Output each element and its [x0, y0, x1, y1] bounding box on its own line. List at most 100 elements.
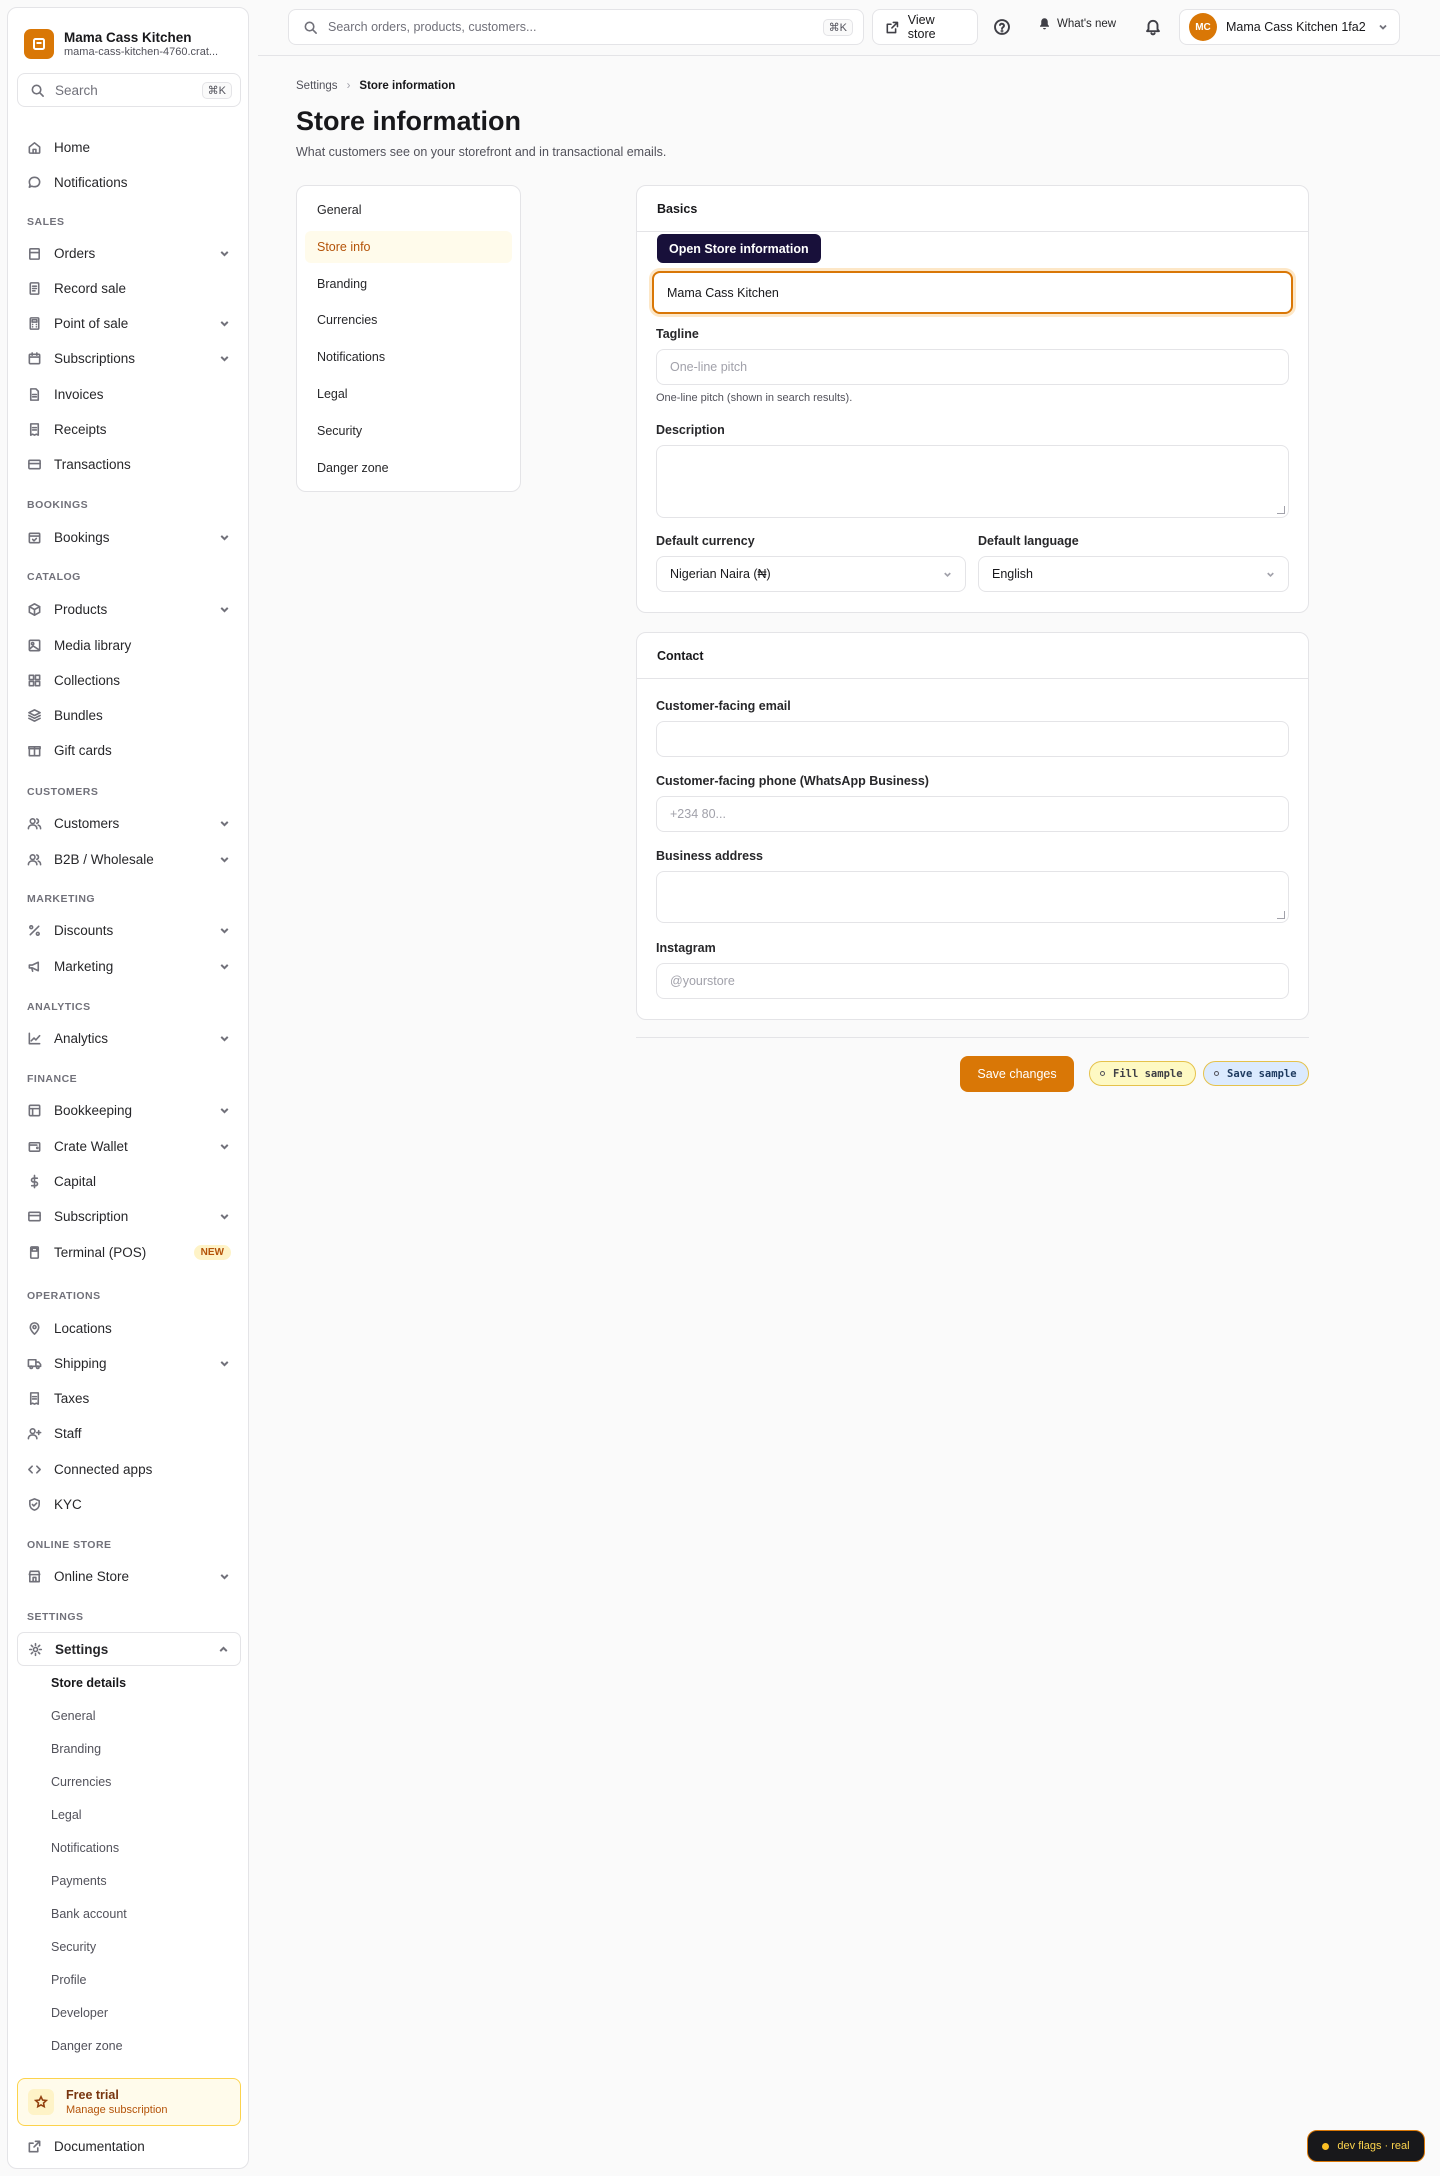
- megaphone-icon: [28, 960, 40, 972]
- sidebar-item-invoices[interactable]: Invoices: [17, 379, 241, 409]
- settings-sub-legal[interactable]: Legal: [51, 1808, 82, 1822]
- sidebar-item-staff[interactable]: Staff: [17, 1418, 241, 1448]
- tab-danger-zone[interactable]: Danger zone: [305, 452, 512, 484]
- settings-sub-general[interactable]: General: [51, 1709, 95, 1723]
- sidebar-item-marketing[interactable]: Marketing: [17, 951, 241, 981]
- sidebar-item-taxes[interactable]: Taxes: [17, 1383, 241, 1413]
- chevron-up-icon: [219, 1645, 228, 1652]
- tab-store-info[interactable]: Store info: [305, 231, 512, 263]
- sidebar-item-label: Staff: [54, 1425, 82, 1441]
- store-switcher[interactable]: Mama Cass Kitchen mama-cass-kitchen-4760…: [24, 24, 238, 64]
- address-textarea[interactable]: [656, 871, 1289, 923]
- section-online-store: ONLINE STORE: [27, 1539, 112, 1551]
- sidebar-item-label: Subscriptions: [54, 350, 136, 366]
- tab-currencies[interactable]: Currencies: [305, 304, 512, 336]
- sidebar-item-documentation[interactable]: Documentation: [17, 2131, 241, 2161]
- chevron-down-icon: [220, 1035, 229, 1042]
- sidebar-item-home[interactable]: Home: [17, 132, 241, 162]
- language-select[interactable]: English: [978, 556, 1289, 592]
- whats-new-button[interactable]: What's new: [1038, 17, 1116, 30]
- sidebar-item-bundles[interactable]: Bundles: [17, 700, 241, 730]
- sidebar-item-media-library[interactable]: Media library: [17, 630, 241, 660]
- global-search[interactable]: Search orders, products, customers... ⌘K: [288, 9, 864, 45]
- line-chart-icon: [28, 1032, 41, 1044]
- sidebar-item-terminal-pos[interactable]: Terminal (POS) NEW: [17, 1237, 241, 1267]
- terminal-device-icon: [29, 1245, 40, 1259]
- fill-sample-button[interactable]: Fill sample: [1089, 1061, 1196, 1086]
- description-label: Description: [656, 423, 725, 437]
- dev-flags-badge[interactable]: dev flags · real: [1307, 2130, 1425, 2162]
- tagline-input[interactable]: One-line pitch: [656, 349, 1289, 385]
- sidebar-item-gift-cards[interactable]: Gift cards: [17, 735, 241, 765]
- free-trial-card[interactable]: Free trial Manage subscription: [17, 2078, 241, 2126]
- sidebar-item-shipping[interactable]: Shipping: [17, 1348, 241, 1378]
- sidebar-item-orders[interactable]: Orders: [17, 238, 241, 268]
- sidebar-item-transactions[interactable]: Transactions: [17, 449, 241, 479]
- sidebar-item-subscriptions[interactable]: Subscriptions: [17, 343, 241, 373]
- sidebar-item-crate-wallet[interactable]: Crate Wallet: [17, 1131, 241, 1161]
- tab-legal[interactable]: Legal: [305, 378, 512, 410]
- sidebar-item-b2b-wholesale[interactable]: B2B / Wholesale: [17, 844, 241, 874]
- sidebar-item-bookkeeping[interactable]: Bookkeeping: [17, 1095, 241, 1125]
- sidebar-search[interactable]: Search ⌘K: [17, 73, 241, 107]
- tab-branding[interactable]: Branding: [305, 268, 512, 300]
- sidebar-item-discounts[interactable]: Discounts: [17, 915, 241, 945]
- sidebar-search-label: Search: [55, 82, 98, 98]
- settings-sub-branding[interactable]: Branding: [51, 1742, 101, 1756]
- chevron-down-icon: [220, 1143, 229, 1150]
- sidebar-item-capital[interactable]: Capital: [17, 1166, 241, 1196]
- settings-sub-currencies[interactable]: Currencies: [51, 1775, 111, 1789]
- settings-sub-payments[interactable]: Payments: [51, 1874, 107, 1888]
- notifications-bell-icon[interactable]: [1142, 16, 1164, 38]
- sidebar-item-notifications[interactable]: Notifications: [17, 167, 241, 197]
- sidebar-item-label: Transactions: [54, 456, 131, 472]
- tab-notifications[interactable]: Notifications: [305, 341, 512, 373]
- sidebar-item-label: KYC: [54, 1496, 82, 1512]
- settings-sub-bank-account[interactable]: Bank account: [51, 1907, 127, 1921]
- settings-sub-profile[interactable]: Profile: [51, 1973, 86, 1987]
- sidebar-item-analytics[interactable]: Analytics: [17, 1023, 241, 1053]
- help-icon[interactable]: [991, 16, 1013, 38]
- email-input[interactable]: [656, 721, 1289, 757]
- sidebar-item-collections[interactable]: Collections: [17, 665, 241, 695]
- sidebar-item-locations[interactable]: Locations: [17, 1313, 241, 1343]
- sidebar-item-products[interactable]: Products: [17, 594, 241, 624]
- manage-subscription-link[interactable]: Manage subscription: [66, 2104, 168, 2116]
- instagram-input[interactable]: @yourstore: [656, 963, 1289, 999]
- description-textarea[interactable]: [656, 445, 1289, 518]
- account-menu[interactable]: MC Mama Cass Kitchen 1fa2: [1179, 9, 1400, 45]
- calendar-check-icon: [28, 531, 41, 543]
- sidebar-item-label: Customers: [54, 815, 120, 831]
- phone-input[interactable]: +234 80...: [656, 796, 1289, 832]
- view-store-button[interactable]: View store: [872, 9, 978, 45]
- sidebar-item-record-sale[interactable]: Record sale: [17, 273, 241, 303]
- tab-general[interactable]: General: [305, 194, 512, 226]
- currency-select[interactable]: Nigerian Naira (₦): [656, 556, 966, 592]
- sidebar-item-label: Marketing: [54, 958, 114, 974]
- settings-sub-notifications[interactable]: Notifications: [51, 1841, 119, 1855]
- section-finance: FINANCE: [27, 1073, 78, 1085]
- tab-security[interactable]: Security: [305, 415, 512, 447]
- sidebar-item-receipts[interactable]: Receipts: [17, 414, 241, 444]
- page-title: Store information: [296, 106, 522, 136]
- save-changes-button[interactable]: Save changes: [960, 1056, 1074, 1092]
- receipt-icon: [29, 281, 40, 295]
- users-icon: [27, 817, 42, 829]
- sidebar-item-subscription[interactable]: Subscription: [17, 1201, 241, 1231]
- settings-sub-danger-zone[interactable]: Danger zone: [51, 2039, 123, 2053]
- store-name-input[interactable]: Mama Cass Kitchen: [652, 271, 1293, 314]
- sidebar-item-settings[interactable]: Settings: [17, 1632, 241, 1666]
- sidebar-item-label: Terminal (POS): [54, 1244, 147, 1260]
- sidebar-item-online-store[interactable]: Online Store: [17, 1561, 241, 1591]
- save-sample-button[interactable]: Save sample: [1203, 1061, 1309, 1086]
- sidebar-item-customers[interactable]: Customers: [17, 808, 241, 838]
- percent-icon: [29, 924, 40, 936]
- sidebar-item-bookings[interactable]: Bookings: [17, 522, 241, 552]
- sidebar-item-kyc[interactable]: KYC: [17, 1489, 241, 1519]
- breadcrumb-settings[interactable]: Settings: [296, 80, 338, 92]
- sidebar-item-point-of-sale[interactable]: Point of sale: [17, 308, 241, 338]
- settings-sub-store-details[interactable]: Store details: [51, 1676, 126, 1690]
- settings-sub-developer[interactable]: Developer: [51, 2006, 108, 2020]
- settings-sub-security[interactable]: Security: [51, 1940, 96, 1954]
- sidebar-item-connected-apps[interactable]: Connected apps: [17, 1454, 241, 1484]
